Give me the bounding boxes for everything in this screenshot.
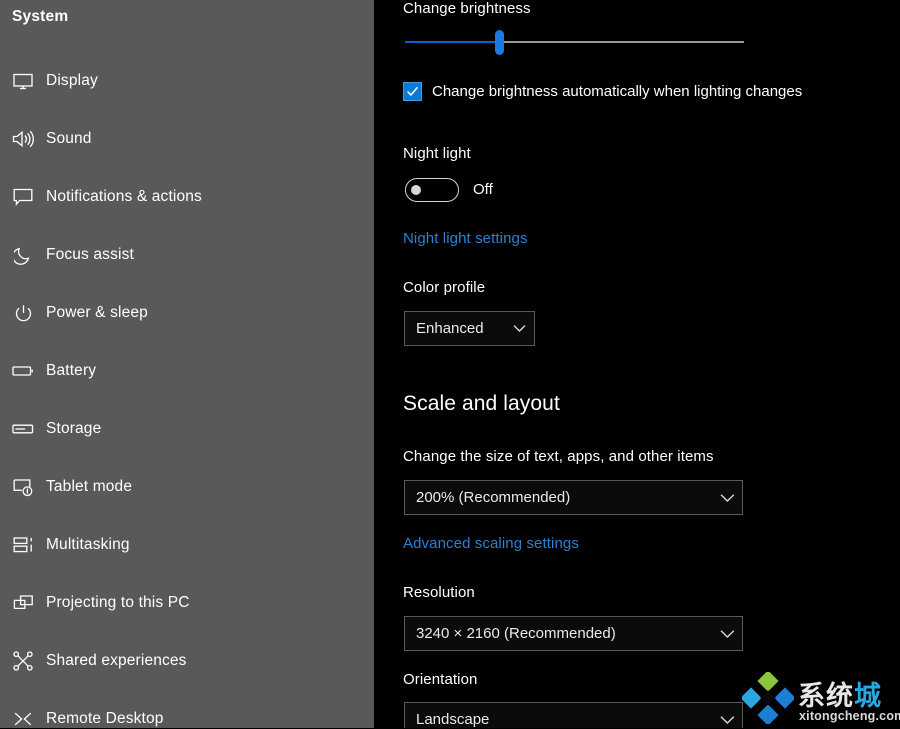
notification-icon	[8, 184, 38, 210]
shared-icon	[8, 648, 38, 674]
chevron-down-icon	[712, 629, 742, 639]
auto-brightness-checkbox[interactable]	[403, 82, 422, 101]
multitasking-icon	[8, 532, 38, 558]
brightness-slider[interactable]	[405, 30, 744, 55]
resolution-dropdown[interactable]: 3240 × 2160 (Recommended)	[404, 616, 743, 651]
sidebar-item-power-sleep[interactable]: Power & sleep	[0, 284, 374, 342]
sidebar-item-projecting[interactable]: Projecting to this PC	[0, 574, 374, 632]
sidebar-nav-list: Display Sound Notifications & actions Fo…	[0, 52, 374, 728]
resolution-label: Resolution	[403, 584, 475, 601]
slider-fill	[405, 41, 500, 43]
advanced-scaling-link[interactable]: Advanced scaling settings	[403, 535, 579, 552]
slider-thumb[interactable]	[495, 30, 505, 55]
night-light-settings-link[interactable]: Night light settings	[403, 230, 528, 247]
monitor-icon	[8, 68, 38, 94]
sidebar-item-label: Multitasking	[46, 536, 130, 553]
sidebar-item-label: Remote Desktop	[46, 710, 164, 727]
moon-icon	[8, 242, 38, 268]
projecting-icon	[8, 590, 38, 616]
scale-dropdown[interactable]: 200% (Recommended)	[404, 480, 743, 515]
chevron-down-icon	[712, 493, 742, 503]
scale-layout-heading: Scale and layout	[403, 392, 560, 415]
night-light-label: Night light	[403, 145, 471, 162]
sidebar-item-label: Shared experiences	[46, 652, 187, 669]
night-light-state: Off	[473, 181, 493, 198]
speaker-icon	[8, 126, 38, 152]
page-title: System	[12, 8, 69, 25]
sidebar-item-shared-experiences[interactable]: Shared experiences	[0, 632, 374, 690]
night-light-toggle[interactable]	[405, 178, 459, 202]
toggle-knob	[411, 185, 421, 195]
sidebar: System Display Sound Notifications & act…	[0, 0, 374, 728]
chevron-down-icon	[504, 324, 534, 333]
sidebar-item-label: Display	[46, 72, 98, 89]
scale-value: 200% (Recommended)	[416, 489, 571, 506]
sidebar-item-focus-assist[interactable]: Focus assist	[0, 226, 374, 284]
sidebar-item-label: Notifications & actions	[46, 188, 202, 205]
sidebar-item-multitasking[interactable]: Multitasking	[0, 516, 374, 574]
color-profile-label: Color profile	[403, 279, 486, 296]
auto-brightness-row[interactable]: Change brightness automatically when lig…	[403, 82, 802, 101]
sidebar-item-storage[interactable]: Storage	[0, 400, 374, 458]
power-icon	[8, 300, 38, 326]
color-profile-value: Enhanced	[416, 320, 484, 337]
sidebar-item-label: Tablet mode	[46, 478, 133, 495]
text-size-label: Change the size of text, apps, and other…	[403, 448, 714, 465]
main-content: Change brightness Change brightness auto…	[374, 0, 900, 728]
brightness-label: Change brightness	[403, 0, 531, 17]
sidebar-item-battery[interactable]: Battery	[0, 342, 374, 400]
orientation-value: Landscape	[416, 711, 490, 728]
tablet-icon	[8, 474, 38, 500]
orientation-dropdown[interactable]: Landscape	[404, 702, 743, 728]
auto-brightness-label: Change brightness automatically when lig…	[432, 83, 803, 100]
orientation-label: Orientation	[403, 671, 478, 688]
sidebar-item-label: Storage	[46, 420, 102, 437]
chevron-down-icon	[712, 715, 742, 725]
resolution-value: 3240 × 2160 (Recommended)	[416, 625, 616, 642]
sidebar-item-display[interactable]: Display	[0, 52, 374, 110]
settings-window: System Display Sound Notifications & act…	[0, 0, 900, 728]
color-profile-dropdown[interactable]: Enhanced	[404, 311, 535, 346]
sidebar-item-notifications[interactable]: Notifications & actions	[0, 168, 374, 226]
sidebar-item-sound[interactable]: Sound	[0, 110, 374, 168]
sidebar-item-remote-desktop[interactable]: Remote Desktop	[0, 690, 374, 728]
sidebar-item-label: Battery	[46, 362, 97, 379]
sidebar-item-label: Focus assist	[46, 246, 134, 263]
remote-desktop-icon	[8, 706, 38, 728]
sidebar-item-label: Projecting to this PC	[46, 594, 190, 611]
battery-icon	[8, 358, 38, 384]
sidebar-item-label: Power & sleep	[46, 304, 148, 321]
sidebar-item-label: Sound	[46, 130, 92, 147]
storage-icon	[8, 416, 38, 442]
sidebar-item-tablet-mode[interactable]: Tablet mode	[0, 458, 374, 516]
